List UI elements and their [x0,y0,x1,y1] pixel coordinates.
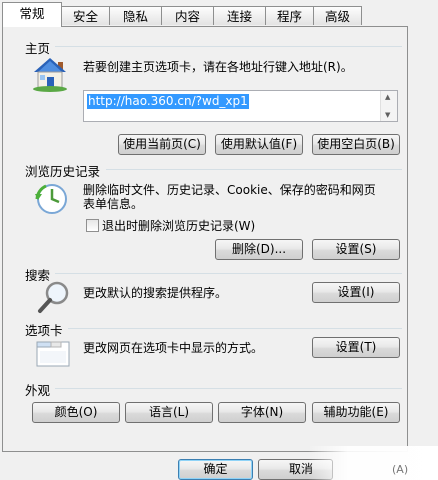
ok-button[interactable]: 确定 [178,459,253,480]
scroll-up-icon[interactable]: ▲ [385,93,390,101]
delete-on-exit-checkbox[interactable] [86,219,99,232]
history-description-line2: 表单信息。 [83,197,144,211]
use-default-button[interactable]: 使用默认值(F) [215,134,303,155]
home-separator [55,46,402,47]
use-current-button[interactable]: 使用当前页(C) [118,134,206,155]
tabs-settings-button[interactable]: 设置(T) [312,337,400,358]
tabs-window-icon [36,338,70,368]
house-icon [30,56,70,92]
watermark-overlay [308,446,438,480]
home-description: 若要创建主页选项卡，请在各地址行键入地址(R)。 [83,60,353,74]
fonts-button[interactable]: 字体(N) [218,402,306,423]
history-group-label: 浏览历史记录 [25,164,101,179]
use-blank-button[interactable]: 使用空白页(B) [312,134,400,155]
tabs-separator [68,328,402,329]
languages-button[interactable]: 语言(L) [125,402,213,423]
appearance-separator [55,388,402,389]
delete-history-button[interactable]: 删除(D)... [215,239,303,260]
tab-privacy[interactable]: 隐私 [109,6,162,25]
tabs-description: 更改网页在选项卡中显示的方式。 [83,341,264,355]
tab-content[interactable]: 内容 [161,6,214,25]
home-group-label: 主页 [25,41,51,56]
home-url-textarea[interactable]: http://hao.360.cn/?wd_xp1 ▲ ▼ [83,90,398,122]
search-description: 更改默认的搜索提供程序。 [83,286,228,300]
tabs-group-label: 选项卡 [25,323,63,338]
search-settings-button[interactable]: 设置(I) [312,282,400,303]
apply-button-label[interactable]: (A) [392,463,408,476]
tab-general[interactable]: 常规 [2,2,62,27]
appearance-group-label: 外观 [25,383,51,398]
history-description-line1: 删除临时文件、历史记录、Cookie、保存的密码和网页 [83,183,376,197]
scroll-down-icon[interactable]: ▼ [385,111,390,119]
home-url-text[interactable]: http://hao.360.cn/?wd_xp1 [87,94,249,109]
tab-advanced[interactable]: 高级 [313,6,362,25]
history-settings-button[interactable]: 设置(S) [312,239,400,260]
accessibility-button[interactable]: 辅助功能(E) [312,402,400,423]
history-separator [106,169,402,170]
tab-security[interactable]: 安全 [61,6,110,25]
colors-button[interactable]: 颜色(O) [32,402,120,423]
tab-programs[interactable]: 程序 [265,6,314,25]
search-separator [55,273,402,274]
magnifier-icon [36,280,72,316]
delete-on-exit-label[interactable]: 退出时删除浏览历史记录(W) [102,219,255,233]
tab-connections[interactable]: 连接 [213,6,266,25]
url-scrollbar[interactable]: ▲ ▼ [380,91,397,121]
history-clock-icon [33,180,71,218]
